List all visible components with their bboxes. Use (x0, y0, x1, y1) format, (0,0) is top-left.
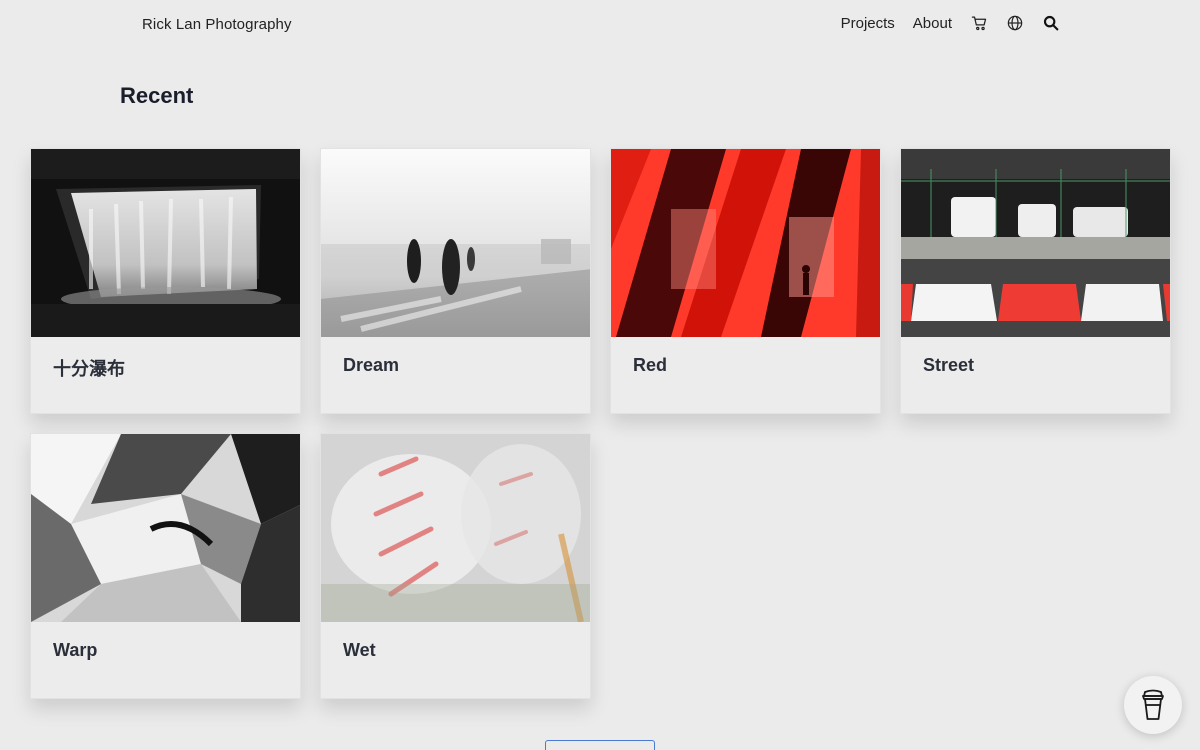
project-card[interactable]: Street (900, 148, 1171, 414)
project-card[interactable]: Dream (320, 148, 591, 414)
nav-about[interactable]: About (913, 15, 952, 32)
coffee-cup-icon (1142, 689, 1164, 720)
nav-projects[interactable]: Projects (841, 15, 895, 32)
project-card[interactable]: Warp (30, 433, 301, 699)
site-brand[interactable]: Rick Lan Photography (142, 16, 292, 33)
project-card[interactable]: 十分瀑布 (30, 148, 301, 414)
top-bar: Rick Lan Photography Projects About (0, 0, 1200, 50)
search-icon[interactable] (1042, 14, 1060, 32)
parking-barriers-image (901, 149, 1170, 337)
project-title: Warp (53, 640, 98, 660)
figures-blurred-bw-image (321, 149, 590, 337)
cart-icon[interactable] (970, 14, 988, 32)
wet-glass-blur-image (321, 434, 590, 622)
red-reflections-image (611, 149, 880, 337)
project-card[interactable]: Red (610, 148, 881, 414)
buy-me-a-coffee-button[interactable] (1124, 676, 1182, 734)
project-title: Red (633, 355, 668, 375)
load-more-button[interactable] (545, 740, 655, 750)
project-title: 十分瀑布 (53, 359, 125, 379)
project-title: Wet (343, 640, 376, 660)
project-card[interactable]: Wet (320, 433, 591, 699)
project-grid: 十分瀑布 Dream Red Street Warp Wet (30, 148, 1171, 699)
waterfall-bw-image (31, 149, 300, 337)
warped-abstract-bw-image (31, 434, 300, 622)
section-title: Recent (120, 83, 194, 108)
globe-icon[interactable] (1006, 14, 1024, 32)
project-title: Street (923, 355, 975, 375)
main-nav: Projects About (841, 14, 1060, 32)
project-title: Dream (343, 355, 400, 375)
